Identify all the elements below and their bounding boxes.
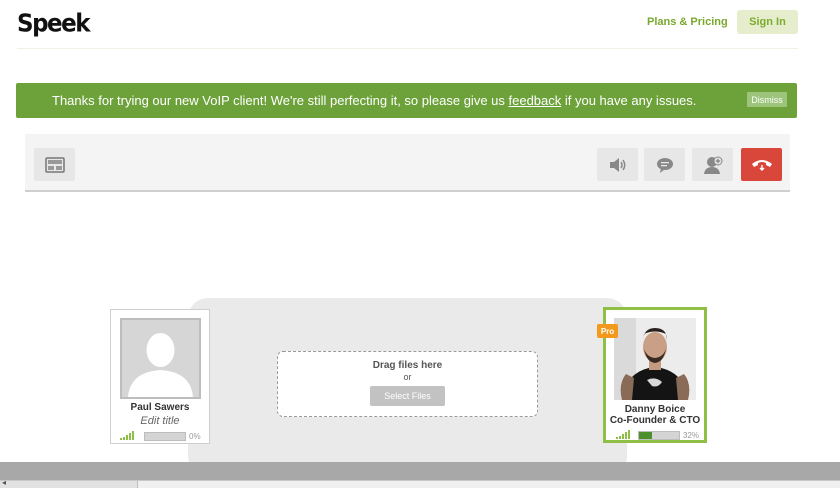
screen-share-button[interactable]: [34, 148, 75, 181]
banner-message: Thanks for trying our new VoIP client! W…: [52, 93, 696, 108]
end-call-icon: [751, 159, 772, 171]
participant-card-remote: Danny Boice Co-Founder & CTO 32%: [603, 307, 707, 443]
bottom-band: [0, 462, 840, 480]
scroll-left-icon[interactable]: ◂: [2, 478, 6, 487]
file-dropzone[interactable]: Drag files here or Select Files: [277, 351, 538, 417]
header-divider: [17, 48, 798, 49]
speek-logo[interactable]: Speek: [17, 10, 91, 38]
dropzone-title: Drag files here: [372, 360, 443, 371]
signal-strength-icon: [120, 431, 134, 440]
avatar[interactable]: [120, 318, 201, 399]
edit-title-field[interactable]: Edit title: [111, 415, 209, 427]
speaker-icon: [609, 157, 625, 172]
participant-name: Danny Boice: [624, 404, 686, 415]
select-files-button[interactable]: Select Files: [370, 386, 445, 406]
add-user-icon: [703, 156, 722, 174]
speaker-button[interactable]: [597, 148, 638, 181]
scrollbar-thumb[interactable]: [137, 481, 840, 488]
default-avatar-icon: [122, 320, 199, 397]
dismiss-button[interactable]: Dismiss: [747, 92, 787, 107]
participant-card-self: Paul Sawers Edit title 0%: [110, 309, 210, 444]
dropzone-or: or: [403, 372, 412, 382]
volume-percent: 0%: [189, 432, 201, 441]
volume-percent: 32%: [683, 431, 700, 440]
signal-strength-icon: [616, 430, 630, 439]
plans-pricing-link[interactable]: Plans & Pricing: [647, 16, 728, 28]
feedback-link[interactable]: feedback: [509, 93, 562, 108]
participant-name: Paul Sawers: [130, 402, 190, 413]
horizontal-scrollbar[interactable]: ◂: [0, 478, 840, 488]
add-user-button[interactable]: [692, 148, 733, 181]
volume-meter: [144, 432, 186, 441]
call-toolbar: [25, 134, 790, 192]
profile-photo: [614, 318, 696, 400]
screen-share-icon: [44, 156, 65, 173]
banner-text-before: Thanks for trying our new VoIP client! W…: [52, 93, 509, 108]
sign-in-button[interactable]: Sign In: [737, 10, 798, 34]
chat-button[interactable]: [644, 148, 685, 181]
volume-meter: [638, 431, 680, 440]
participant-role: Co-Founder & CTO: [609, 415, 701, 426]
banner-text-after: if you have any issues.: [561, 93, 697, 108]
chat-icon: [656, 157, 673, 173]
end-call-button[interactable]: [741, 148, 782, 181]
volume-meter-fill: [639, 432, 652, 439]
pro-badge: Pro: [597, 324, 618, 338]
notice-banner: Thanks for trying our new VoIP client! W…: [16, 83, 797, 118]
avatar[interactable]: [614, 318, 696, 400]
